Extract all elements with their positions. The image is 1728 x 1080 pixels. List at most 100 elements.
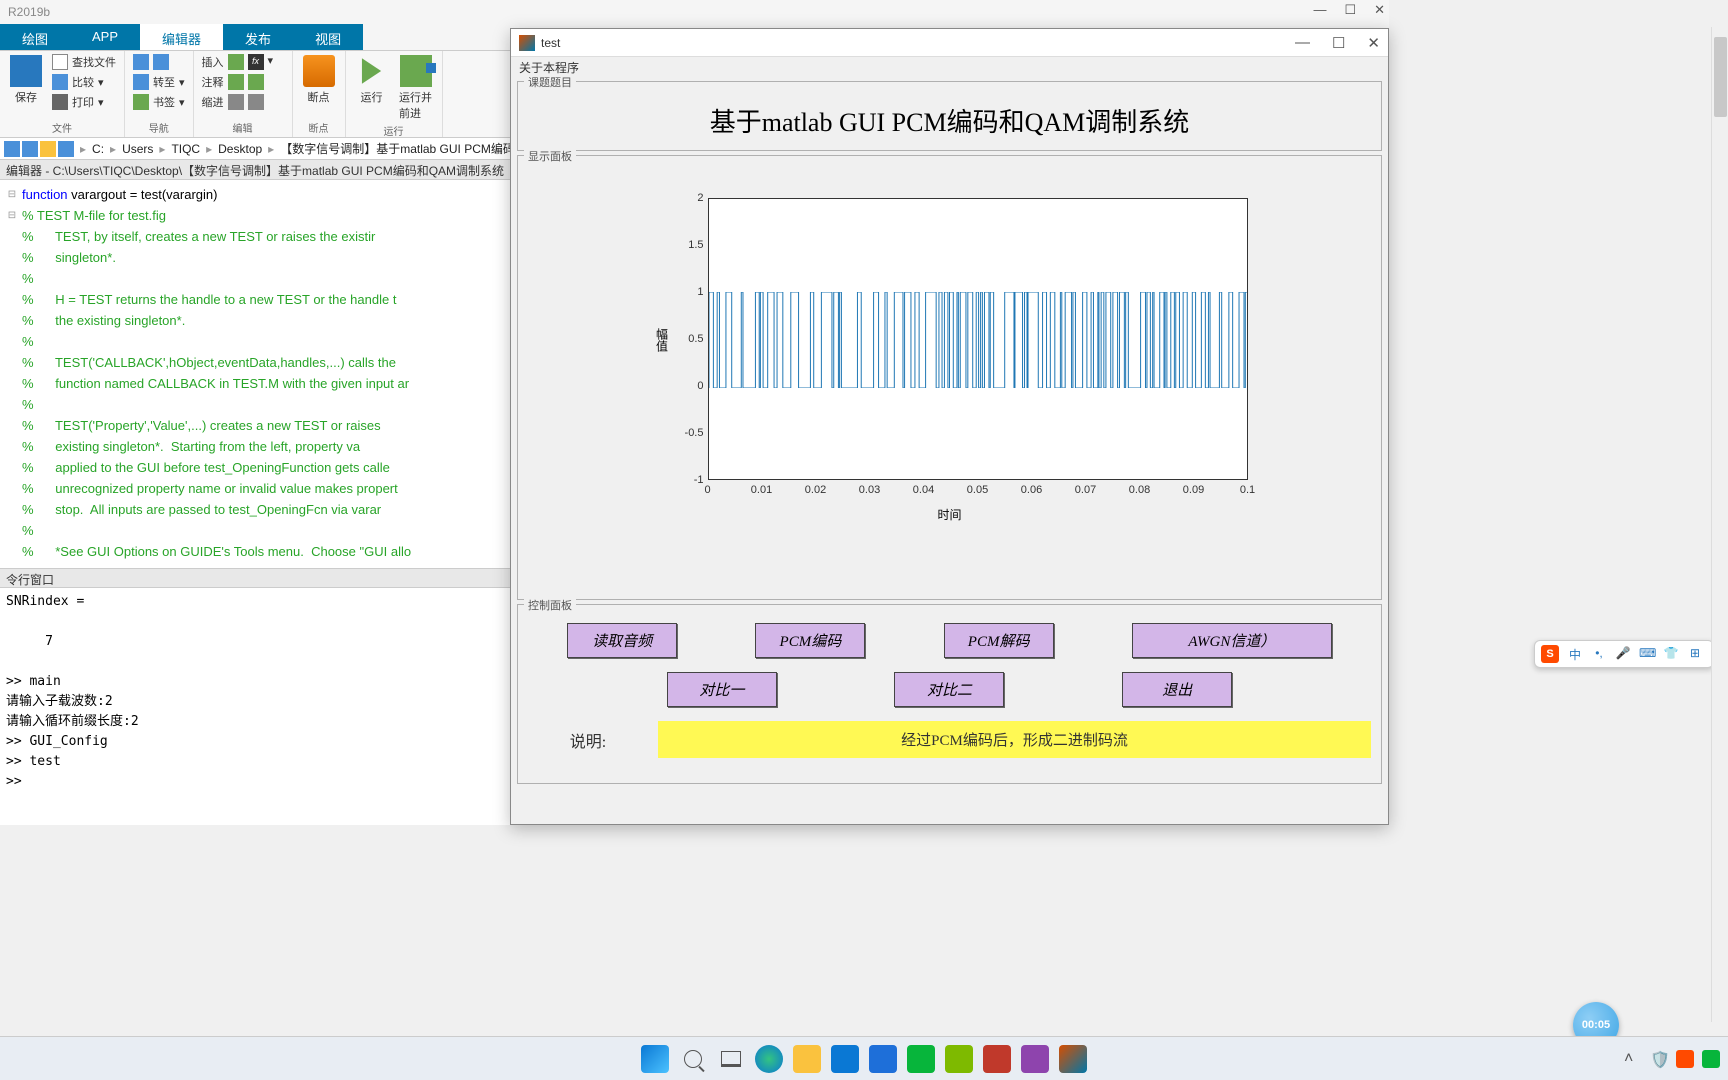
ime-lang[interactable]: 中 [1567, 646, 1583, 662]
breakpoint-button[interactable]: 断点 [299, 53, 339, 105]
bookmark-button[interactable]: 书签 ▾ [131, 93, 187, 111]
tray-icon-1[interactable]: 🛡️ [1650, 1050, 1668, 1068]
wechat-tray-icon[interactable] [1702, 1050, 1720, 1068]
chevron-up-icon[interactable]: ˄ [1624, 1050, 1642, 1068]
indent-button[interactable]: 缩进 [200, 93, 286, 111]
description-text: 经过PCM编码后，形成二进制码流 [658, 721, 1371, 758]
ime-grid-icon[interactable]: ⊞ [1687, 646, 1703, 662]
tab-view[interactable]: 视图 [293, 24, 363, 50]
run-advance-button[interactable]: 运行并 前进 [396, 53, 436, 121]
group-nav-label: 导航 [131, 118, 187, 135]
awgn-channel-button[interactable]: AWGN信道） [1132, 623, 1332, 658]
ytick: 1.5 [688, 239, 703, 251]
print-icon [52, 94, 68, 110]
search-button[interactable] [679, 1045, 707, 1073]
gui-minimize-icon[interactable]: — [1295, 34, 1310, 52]
arrow-right-icon [153, 54, 169, 70]
task-view-button[interactable] [717, 1045, 745, 1073]
explorer-button[interactable] [793, 1045, 821, 1073]
insert-more-icon: ▾ [268, 54, 284, 70]
xtick: 0.06 [1021, 484, 1042, 496]
path-forward-icon[interactable] [22, 141, 38, 157]
chart-xlabel: 时间 [937, 506, 961, 523]
breakpoint-icon [303, 55, 335, 87]
description-label: 说明: [528, 728, 648, 752]
sogou-logo-icon[interactable]: S [1541, 645, 1559, 663]
xtick: 0.01 [751, 484, 772, 496]
folder-icon[interactable] [40, 141, 56, 157]
menu-about[interactable]: 关于本程序 [519, 61, 579, 75]
ytick: 0 [697, 380, 703, 392]
ime-punct-icon[interactable]: •, [1591, 646, 1607, 662]
bookmark-icon [133, 94, 149, 110]
path-drive[interactable]: C: [92, 142, 104, 156]
compare-icon [52, 74, 68, 90]
section-icon [228, 54, 244, 70]
tab-publish[interactable]: 发布 [223, 24, 293, 50]
ime-floating-bar[interactable]: S 中 •, 🎤 ⌨ 👕 ⊞ [1534, 640, 1714, 668]
app-icon-2[interactable] [869, 1045, 897, 1073]
exit-button[interactable]: 退出 [1122, 672, 1232, 707]
maximize-icon[interactable]: ☐ [1344, 2, 1356, 18]
start-button[interactable] [641, 1045, 669, 1073]
wechat-button[interactable] [907, 1045, 935, 1073]
gui-close-icon[interactable]: ✕ [1367, 34, 1380, 52]
app-icon-4[interactable] [983, 1045, 1011, 1073]
find-files-button[interactable]: 查找文件 [50, 53, 118, 71]
path-desktop[interactable]: Desktop [218, 142, 262, 156]
compare2-button[interactable]: 对比二 [894, 672, 1004, 707]
compare-button[interactable]: 比较 ▾ [50, 73, 118, 91]
tab-plot[interactable]: 绘图 [0, 24, 70, 50]
save-button[interactable]: 保存 [6, 53, 46, 111]
topic-title: 基于matlab GUI PCM编码和QAM调制系统 [518, 82, 1381, 139]
pcm-decode-button[interactable]: PCM解码 [944, 623, 1054, 658]
comment-icon [228, 74, 244, 90]
insert-button[interactable]: 插入 fx ▾ [200, 53, 286, 71]
ytick: 1 [697, 286, 703, 298]
tab-app[interactable]: APP [70, 24, 140, 50]
edge-button[interactable] [755, 1045, 783, 1073]
path-users[interactable]: Users [122, 142, 153, 156]
app-icon-1[interactable] [831, 1045, 859, 1073]
search-icon [684, 1050, 702, 1068]
path-user[interactable]: TIQC [171, 142, 200, 156]
timer-value: 00:05 [1582, 1019, 1610, 1031]
app-icon-5[interactable] [1021, 1045, 1049, 1073]
taskview-icon [721, 1051, 741, 1067]
read-audio-button[interactable]: 读取音频 [567, 623, 677, 658]
vertical-scrollbar[interactable] [1711, 27, 1728, 1022]
comment-button[interactable]: 注释 [200, 73, 286, 91]
ime-voice-icon[interactable]: 🎤 [1615, 646, 1631, 662]
path-up-icon[interactable] [58, 141, 74, 157]
xtick: 0.09 [1183, 484, 1204, 496]
arrow-left-icon [133, 54, 149, 70]
matlab-taskbar-button[interactable] [1059, 1045, 1087, 1073]
gui-titlebar[interactable]: test — ☐ ✕ [511, 29, 1388, 57]
scrollbar-thumb[interactable] [1714, 37, 1727, 117]
goto-button[interactable]: 转至 ▾ [131, 73, 187, 91]
close-icon[interactable]: ✕ [1374, 2, 1385, 18]
gui-maximize-icon[interactable]: ☐ [1332, 34, 1345, 52]
tab-editor[interactable]: 编辑器 [140, 24, 223, 50]
sogou-tray-icon[interactable] [1676, 1050, 1694, 1068]
ime-skin-icon[interactable]: 👕 [1663, 646, 1679, 662]
panel-display-label: 显示面板 [524, 148, 576, 164]
ytick: -0.5 [685, 427, 704, 439]
path-folder[interactable]: 【数字信号调制】基于matlab GUI PCM编码和 [280, 140, 527, 157]
ytick: -1 [694, 474, 704, 486]
minimize-icon[interactable]: — [1313, 2, 1326, 18]
xtick: 0.05 [967, 484, 988, 496]
ime-keyboard-icon[interactable]: ⌨ [1639, 646, 1655, 662]
compare1-button[interactable]: 对比一 [667, 672, 777, 707]
pcm-encode-button[interactable]: PCM编码 [755, 623, 865, 658]
run-button[interactable]: 运行 [352, 53, 392, 121]
print-button[interactable]: 打印 ▾ [50, 93, 118, 111]
uncomment-icon [248, 74, 264, 90]
panel-control: 控制面板 读取音频 PCM编码 PCM解码 AWGN信道） 对比一 对比二 退出… [517, 604, 1382, 784]
matlab-version: R2019b [8, 5, 50, 19]
path-back-icon[interactable] [4, 141, 20, 157]
xtick: 0.02 [805, 484, 826, 496]
chart-ylabel: 幅值 [654, 328, 671, 352]
nav-back-button[interactable] [131, 53, 187, 71]
app-icon-3[interactable] [945, 1045, 973, 1073]
